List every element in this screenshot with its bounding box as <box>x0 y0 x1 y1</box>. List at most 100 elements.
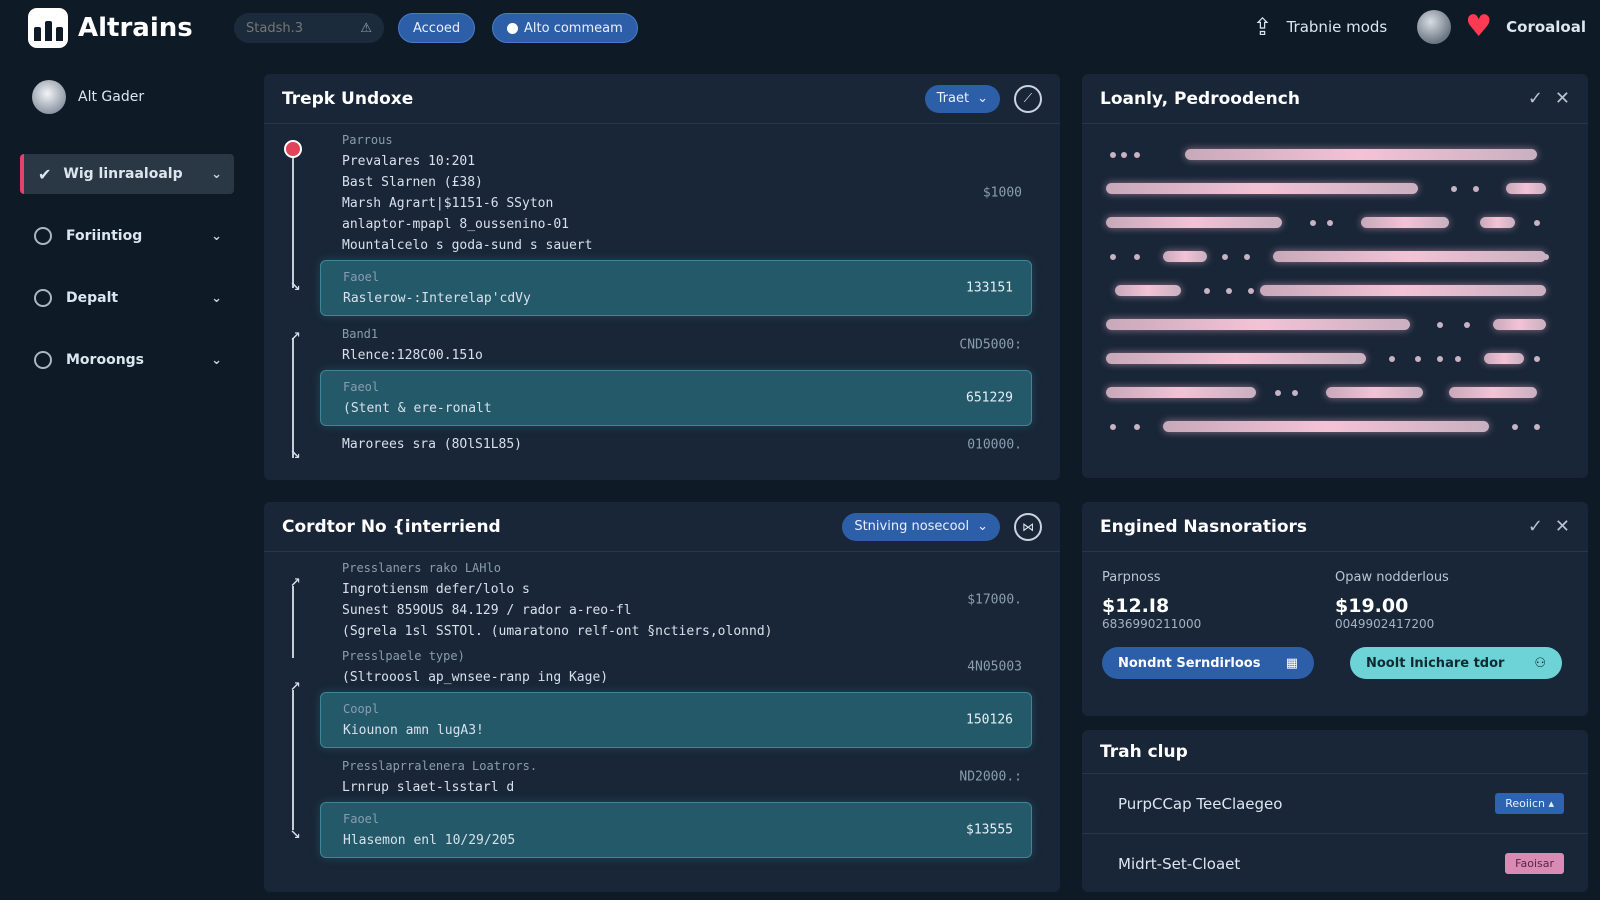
club-row[interactable]: Midrt-Set-Cloaet Faoisar <box>1082 834 1588 892</box>
timeline-entry[interactable]: Presslpaele type) (Sltrooosl ap_wnsee-ran… <box>342 646 1032 688</box>
lead-bar-dot <box>1327 220 1334 226</box>
lead-bar-row <box>1106 342 1564 376</box>
timeline-entry[interactable]: Presslaners rako LAHlo Ingrotiensm defer/… <box>342 558 1032 642</box>
lead-bar-segment <box>1484 353 1524 364</box>
timeline-line <box>292 586 294 658</box>
order-actions: Nondnt Serndirloos ▦ Noolt lnichare tdor ⚇ <box>1082 631 1588 695</box>
lead-bar-dot <box>1437 356 1444 362</box>
sidebar-item-depalt[interactable]: Depalt ⌄ <box>20 278 234 318</box>
sidebar-header[interactable]: Alt Gader <box>0 70 250 124</box>
lead-bar-segment <box>1106 387 1256 398</box>
sidebar-item-wig[interactable]: ✔ Wig linraaloalp ⌄ <box>20 154 234 194</box>
lead-bar-dot <box>1450 186 1457 192</box>
chevron-down-icon[interactable]: ⌄ <box>211 167 222 182</box>
entry-line: Raslerow-:Interelap'cdVy <box>343 291 531 306</box>
entry-line: Sunest 859OUS 84.129 / rador a-reo-fl <box>342 603 632 618</box>
club-row[interactable]: PurpCCap TeeClaegeo Reoiicn ▴ <box>1082 774 1588 834</box>
compass-icon[interactable]: ⟋ <box>1014 84 1042 113</box>
sidebar-item-label: Wig linraaloalp <box>63 166 183 182</box>
sidebar: Alt Gader ✔ Wig linraaloalp ⌄ Foriintiog… <box>0 70 250 380</box>
highlighted-entry[interactable]: Faoel Raslerow-:Interelap'cdVy 133151 <box>320 260 1032 316</box>
stniving-dropdown[interactable]: Stniving nosecool ⌄ <box>842 512 1000 541</box>
entry-line: Presslaprralenera Loatrors. <box>342 759 538 773</box>
arrow-right-icon: ↘ <box>290 822 301 843</box>
send-order-button[interactable]: Nondnt Serndirloos ▦ <box>1102 647 1314 679</box>
price-label: Parpnoss <box>1102 570 1161 585</box>
user-action-link[interactable]: Trabnie mods <box>1287 18 1388 36</box>
entry-line: Parrous <box>342 133 393 147</box>
lead-bar-row <box>1106 274 1564 308</box>
timeline-line <box>292 148 294 288</box>
status-badge[interactable]: Reoiicn ▴ <box>1495 793 1564 814</box>
lead-bar-dot <box>1248 288 1255 294</box>
chevron-down-icon[interactable]: ⌄ <box>211 353 222 368</box>
flow-timeline: ↗ ↗ ↘ Presslaners rako LAHlo Ingrotiensm … <box>264 552 1060 858</box>
trades-panel-header: Trepk Undoxe Traet ⌄ ⟋ <box>264 74 1060 124</box>
entry-line: Hlasemon enl 10/29/205 <box>343 833 516 848</box>
sidebar-header-label: Alt Gader <box>78 89 145 105</box>
timeline-entry[interactable]: Marorees sra (8OlS1L85) 010000. <box>342 434 1032 455</box>
lead-bar-dot <box>1109 254 1116 260</box>
search-box[interactable]: ⚠ <box>234 13 384 43</box>
lead-bar-dot <box>1415 356 1422 362</box>
chevron-down-icon[interactable]: ⌄ <box>211 291 222 306</box>
heart-icon[interactable]: ♥ <box>1465 12 1492 42</box>
entry-line: Band1 <box>342 327 379 341</box>
lead-bar-dot <box>1534 424 1541 430</box>
price-summary: Parpnoss $12.I8 6836990211000 Opaw nodde… <box>1082 552 1588 631</box>
close-icon[interactable]: ✕ <box>1555 88 1570 109</box>
leads-panel: Loanly, Pedroodench ✓ ✕ <box>1082 74 1588 478</box>
notify-button[interactable]: Noolt lnichare tdor ⚇ <box>1350 647 1562 679</box>
price-sub: 6836990211000 <box>1102 617 1202 631</box>
sidebar-item-foriintiog[interactable]: Foriintiog ⌄ <box>20 216 234 256</box>
check-icon[interactable]: ✓ <box>1528 88 1543 109</box>
entry-line: (Sltrooosl ap_wnsee-ranp ing Kage) <box>342 670 609 685</box>
chevron-down-icon: ⌄ <box>977 519 988 534</box>
status-badge[interactable]: Faoisar <box>1505 853 1564 874</box>
lead-bar-dot <box>1133 152 1140 158</box>
lead-bar-dot <box>1243 254 1250 260</box>
expand-icon[interactable]: ⋈ <box>1014 512 1042 541</box>
entry-line: Kiounon amn lugA3! <box>343 723 484 738</box>
upload-icon[interactable]: ⇪ <box>1252 13 1272 41</box>
timeline-entry[interactable]: Band1 Rlence:128C00.151o CND5000: <box>342 324 1032 366</box>
leads-panel-header: Loanly, Pedroodench ✓ ✕ <box>1082 74 1588 124</box>
alto-commeam-button[interactable]: Alto commeam <box>492 13 638 43</box>
highlighted-entry[interactable]: Faoel Hlasemon enl 10/29/205 $13555 <box>320 802 1032 858</box>
lead-bar-segment <box>1106 217 1282 228</box>
timeline-node[interactable] <box>284 140 302 158</box>
avatar[interactable] <box>1417 10 1452 44</box>
chevron-down-icon: ⌄ <box>977 91 988 106</box>
lead-bar-dot <box>1455 356 1461 362</box>
sidebar-item-moroongs[interactable]: Moroongs ⌄ <box>20 340 234 380</box>
accoed-button[interactable]: Accoed <box>398 13 476 43</box>
lead-bar-dot <box>1133 424 1140 430</box>
lead-bar-segment <box>1163 251 1208 262</box>
timeline-entry[interactable]: Presslaprralenera Loatrors. Lrnrup slaet-… <box>342 756 1032 798</box>
lead-bar-segment <box>1480 217 1516 228</box>
traet-dropdown[interactable]: Traet ⌄ <box>924 84 1000 113</box>
warning-icon: ⚠ <box>360 20 372 36</box>
lead-bar-dot <box>1512 424 1519 430</box>
price-value: $12.I8 <box>1102 595 1170 617</box>
brand[interactable]: Altrains <box>28 8 193 48</box>
search-input[interactable] <box>246 20 346 36</box>
panel-title: Trah clup <box>1100 741 1188 762</box>
lead-bar-dot <box>1133 254 1140 260</box>
timeline-entry[interactable]: Parrous Prevalares 10:201 Bast Slarnen (£3… <box>342 130 1032 256</box>
club-row-label: PurpCCap TeeClaegeo <box>1118 794 1283 813</box>
entry-amount: $17000. <box>967 592 1022 608</box>
button-label: Nondnt Serndirloos <box>1118 655 1261 671</box>
highlighted-entry[interactable]: Coopl Kiounon amn lugA3! 150126 <box>320 692 1032 748</box>
close-icon[interactable]: ✕ <box>1555 516 1570 537</box>
lead-bar-dot <box>1463 322 1470 328</box>
check-icon[interactable]: ✓ <box>1528 516 1543 537</box>
lead-bar-dot <box>1204 288 1211 294</box>
lead-bar-dot <box>1437 322 1444 328</box>
username[interactable]: Coroaloal <box>1506 18 1586 36</box>
chevron-down-icon[interactable]: ⌄ <box>211 229 222 244</box>
price-label: Opaw nodderlous <box>1335 570 1449 585</box>
lead-bar-segment <box>1114 285 1181 296</box>
highlighted-entry[interactable]: Faeol (Stent & ere-ronalt 651229 <box>320 370 1032 426</box>
lead-bar-row <box>1106 308 1564 342</box>
